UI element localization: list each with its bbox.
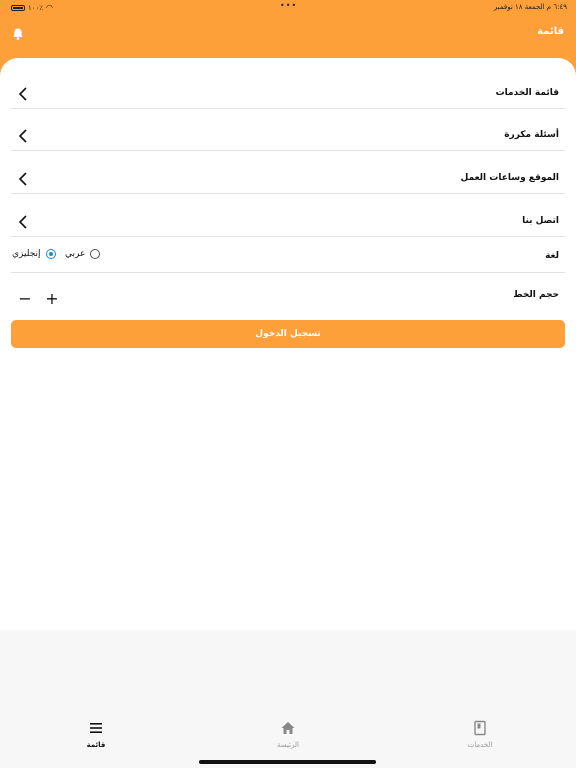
radio-label: إنجليزي [12,249,41,259]
menu-item-contact-us[interactable]: اتصل بنا [11,194,565,237]
battery-icon [11,4,25,11]
status-bar: ١٠٠٪ ◠ ••• ٦:٤٩ م الجمعة ١٨ نوفمبر [0,0,576,16]
login-button[interactable]: تسجيل الدخول [11,320,565,348]
radio-label: عربي [65,249,86,259]
tab-services[interactable]: الخدمات [430,720,530,749]
decrease-font-button[interactable]: − [18,291,32,307]
title-bar: قائمة [0,22,576,46]
menu-item-label: أسئلة مكررة [504,130,559,140]
menu-item-label: قائمة الخدمات [495,88,559,98]
font-size-row: حجم الخط − + [11,274,565,317]
wifi-icon: ◠ [46,3,54,12]
tab-home[interactable]: الرئيسة [238,720,338,749]
status-time-date: ٦:٤٩ م الجمعة ١٨ نوفمبر [493,3,567,11]
tab-menu[interactable]: قائمة [46,720,146,749]
chevron-left-icon [18,87,27,101]
chevron-left-icon [18,129,27,143]
menu-item-location-hours[interactable]: الموقع وساعات العمل [11,151,565,194]
tab-bar: قائمة الرئيسة الخدمات [0,708,576,768]
status-dots: ••• [280,1,298,10]
language-label: لغة [545,251,559,261]
increase-font-button[interactable]: + [45,291,59,307]
chevron-left-icon [18,215,27,229]
menu-item-faq[interactable]: أسئلة مكررة [11,108,565,151]
font-size-label: حجم الخط [513,290,559,300]
radio-english[interactable]: إنجليزي [12,249,56,259]
language-row: لغة عربي إنجليزي [11,237,565,273]
radio-arabic[interactable]: عربي [65,249,101,259]
battery-level: ١٠٠٪ [28,3,44,12]
menu-icon [90,723,102,733]
menu-item-services[interactable]: قائمة الخدمات [11,66,565,109]
tab-label: الخدمات [467,741,493,749]
chevron-left-icon [18,172,27,186]
home-indicator [199,760,376,764]
book-icon [474,720,486,736]
tab-label: الرئيسة [277,741,299,749]
menu-item-label: اتصل بنا [522,216,559,226]
tab-label: قائمة [86,741,106,749]
home-icon [281,722,295,734]
bell-icon[interactable] [11,26,25,40]
menu-item-label: الموقع وساعات العمل [460,173,559,183]
page-title: قائمة [537,26,564,37]
status-left: ١٠٠٪ ◠ [11,3,53,12]
radio-circle [90,249,101,259]
radio-circle-selected [45,249,56,259]
